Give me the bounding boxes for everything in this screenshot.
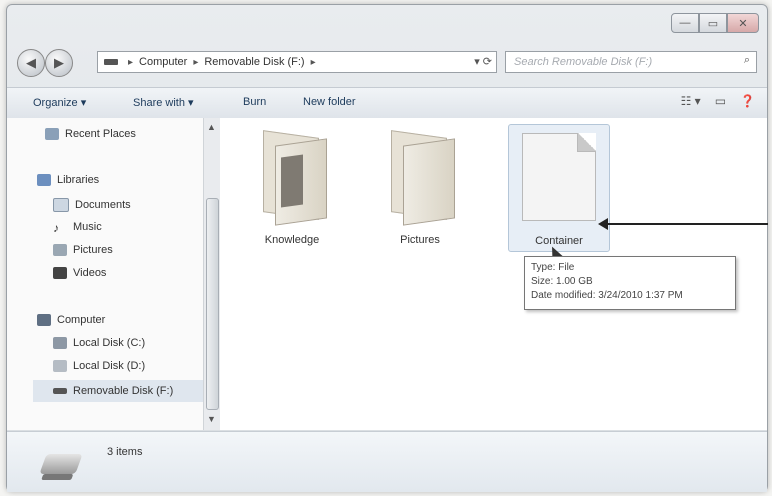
sidebar-item-recent-places[interactable]: Recent Places <box>45 128 136 140</box>
sidebar-item-label: Removable Disk (F:) <box>73 385 174 397</box>
sidebar-item-label: Documents <box>75 199 131 211</box>
folder-icon <box>257 130 327 226</box>
file-icon <box>522 133 596 221</box>
sidebar-item-label: Local Disk (D:) <box>73 360 146 372</box>
hard-drive-icon <box>53 360 67 372</box>
removable-drive-icon <box>39 454 83 474</box>
scrollbar-thumb[interactable] <box>206 198 219 410</box>
search-input[interactable]: Search Removable Disk (F:) ⌕ <box>505 51 757 73</box>
sidebar-item-local-disk-d[interactable]: Local Disk (D:) <box>53 360 145 372</box>
forward-arrow-icon: ▶ <box>54 55 64 70</box>
sidebar-item-videos[interactable]: Videos <box>53 267 106 279</box>
music-icon: ♪ <box>53 221 59 235</box>
pictures-icon <box>53 244 67 256</box>
sidebar-item-label: Libraries <box>57 174 100 186</box>
breadcrumb-computer[interactable]: Computer <box>139 56 187 68</box>
search-icon[interactable]: ⌕ <box>744 54 750 67</box>
back-arrow-icon: ◀ <box>26 55 36 70</box>
hard-drive-icon <box>53 337 67 349</box>
search-placeholder: Search Removable Disk (F:) <box>514 56 653 68</box>
command-bar: Organize ▾ Share with ▾ Burn New folder … <box>7 87 767 119</box>
view-controls: ☷ ▾ ▭ ❓ <box>681 94 755 108</box>
items-count: 3 items <box>107 446 143 458</box>
sidebar-item-label: Videos <box>73 267 107 279</box>
navigation-bar: ◀ ▶ ▸ Computer ▸ Removable Disk (F:) ▸ ▾… <box>7 45 767 79</box>
videos-icon <box>53 267 67 279</box>
chevron-right-icon: ▸ <box>128 56 134 68</box>
folder-icon <box>385 130 455 226</box>
sidebar-item-local-disk-c[interactable]: Local Disk (C:) <box>53 337 145 349</box>
libraries-icon <box>37 174 51 186</box>
refresh-icon[interactable]: ▾ ⟳ <box>474 55 492 68</box>
help-icon[interactable]: ❓ <box>740 94 755 108</box>
tooltip-date-modified: Date modified: 3/24/2010 1:37 PM <box>531 290 683 301</box>
scroll-up-icon[interactable]: ▲ <box>207 122 216 132</box>
burn-button[interactable]: Burn <box>243 96 266 108</box>
removable-drive-icon <box>53 388 67 394</box>
sidebar-scrollbar[interactable]: ▲ ▼ <box>203 118 220 430</box>
window-controls: — ▭ ✕ <box>671 13 759 33</box>
sidebar-item-label: Computer <box>57 314 106 326</box>
explorer-window: — ▭ ✕ ◀ ▶ ▸ Computer ▸ Removable Disk (F… <box>6 4 768 492</box>
folder-item-knowledge[interactable]: Knowledge <box>242 130 342 246</box>
sidebar-item-label: Local Disk (C:) <box>73 337 146 349</box>
navigation-pane: Recent Places Libraries Documents ♪ Musi… <box>7 118 204 430</box>
recent-places-icon <box>45 128 59 140</box>
minimize-button[interactable]: — <box>671 13 699 33</box>
sidebar-item-label: Music <box>73 221 102 233</box>
organize-button[interactable]: Organize ▾ <box>33 96 86 109</box>
sidebar-item-pictures[interactable]: Pictures <box>53 244 113 256</box>
address-bar[interactable]: ▸ Computer ▸ Removable Disk (F:) ▸ ▾ ⟳ <box>97 51 497 73</box>
change-view-icon[interactable]: ☷ ▾ <box>681 94 701 108</box>
close-button[interactable]: ✕ <box>727 13 759 33</box>
drive-icon <box>104 59 118 65</box>
file-label: Knowledge <box>264 234 320 246</box>
preview-pane-icon[interactable]: ▭ <box>715 94 726 108</box>
documents-icon <box>53 198 69 212</box>
title-bar: — ▭ ✕ <box>7 5 767 43</box>
file-item-container[interactable]: Container <box>508 124 610 252</box>
chevron-right-icon: ▸ <box>193 56 199 68</box>
sidebar-item-music[interactable]: ♪ Music <box>53 221 102 235</box>
scroll-down-icon[interactable]: ▼ <box>207 414 216 424</box>
back-button[interactable]: ◀ <box>17 49 45 77</box>
file-tooltip: Type: File Size: 1.00 GB Date modified: … <box>524 256 736 310</box>
chevron-right-icon: ▸ <box>310 56 316 68</box>
sidebar-item-libraries[interactable]: Libraries <box>37 174 99 186</box>
new-folder-button[interactable]: New folder <box>303 96 356 108</box>
sidebar-item-label: Recent Places <box>65 128 136 140</box>
folder-item-pictures[interactable]: Pictures <box>370 130 470 246</box>
file-label: Container <box>535 235 583 247</box>
sidebar-item-label: Pictures <box>73 244 113 256</box>
maximize-button[interactable]: ▭ <box>699 13 727 33</box>
sidebar-item-computer[interactable]: Computer <box>37 314 105 326</box>
breadcrumb-removable-disk[interactable]: Removable Disk (F:) <box>204 56 304 68</box>
sidebar-item-documents[interactable]: Documents <box>53 198 131 212</box>
sidebar-item-removable-disk-f[interactable]: Removable Disk (F:) <box>33 380 203 402</box>
tooltip-size: Size: 1.00 GB <box>531 276 593 287</box>
forward-button[interactable]: ▶ <box>45 49 73 77</box>
annotation-arrow-line <box>606 223 768 225</box>
details-pane: 3 items <box>7 431 767 492</box>
tooltip-type: Type: File <box>531 262 575 273</box>
share-with-button[interactable]: Share with ▾ <box>133 96 194 109</box>
file-label: Pictures <box>400 234 440 246</box>
computer-icon <box>37 314 51 326</box>
annotation-arrow-icon <box>598 218 608 230</box>
